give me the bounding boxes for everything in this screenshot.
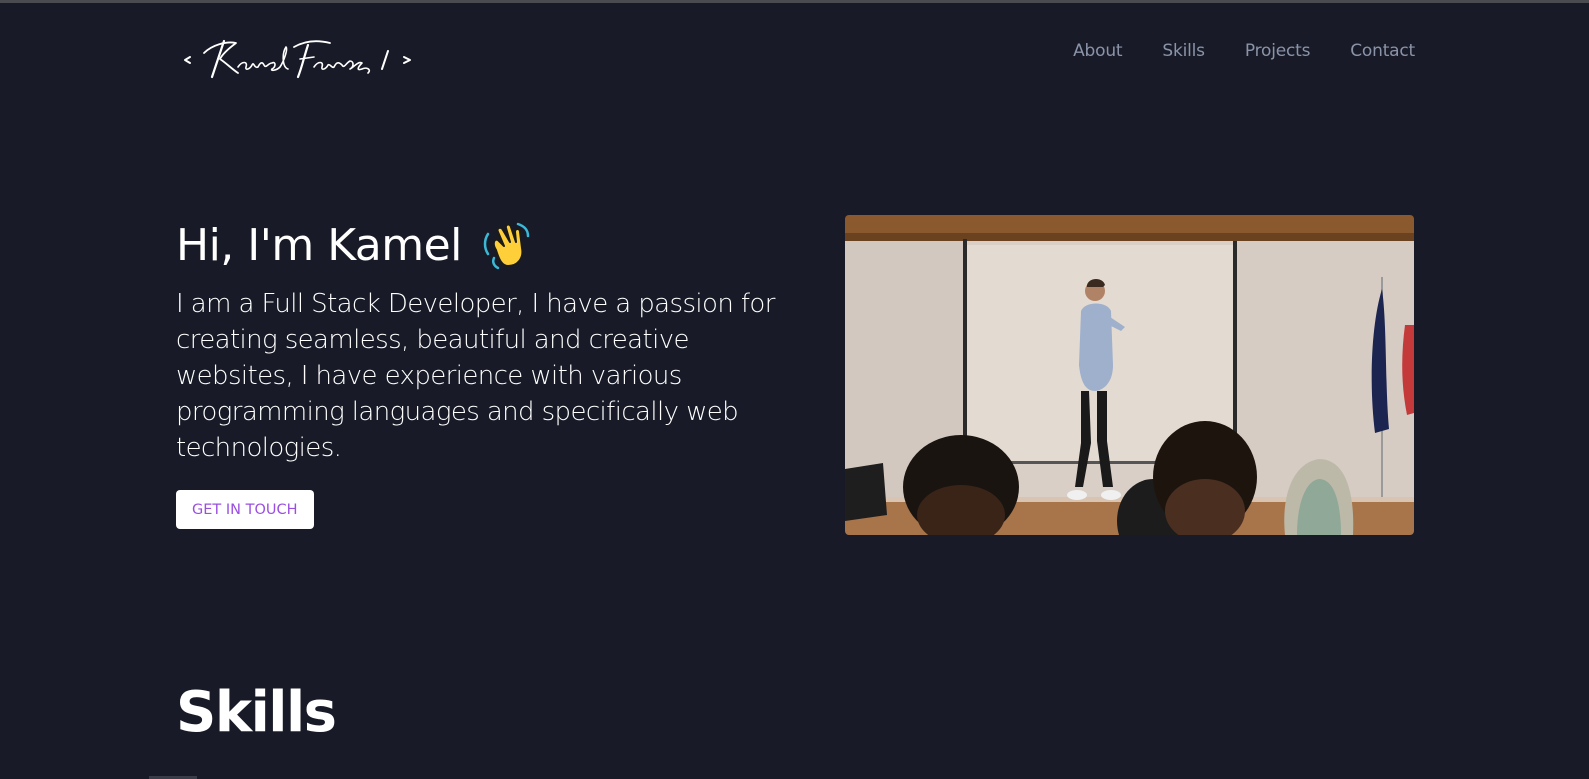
get-in-touch-button[interactable]: GET IN TOUCH bbox=[176, 490, 314, 529]
hero-description: I am a Full Stack Developer, I have a pa… bbox=[176, 289, 775, 463]
site-header: About Skills Projects Contact bbox=[0, 3, 1589, 103]
nav-projects[interactable]: Projects bbox=[1245, 41, 1311, 61]
nav-skills[interactable]: Skills bbox=[1162, 41, 1205, 61]
main-nav: About Skills Projects Contact bbox=[1073, 41, 1415, 61]
signature-logo[interactable] bbox=[182, 33, 422, 79]
profile-photo bbox=[845, 215, 1414, 535]
hero-heading: Hi, I'm Kamel bbox=[176, 218, 796, 274]
waving-hand-icon bbox=[483, 222, 530, 270]
speaker-on-stage-image bbox=[845, 215, 1414, 535]
skills-heading: Skills bbox=[176, 680, 337, 745]
nav-about[interactable]: About bbox=[1073, 41, 1122, 61]
hero-title-text: Hi, I'm Kamel bbox=[176, 220, 462, 271]
hero-section: Hi, I'm Kamel I am a Full Stack Develope… bbox=[176, 218, 796, 466]
nav-contact[interactable]: Contact bbox=[1350, 41, 1415, 61]
